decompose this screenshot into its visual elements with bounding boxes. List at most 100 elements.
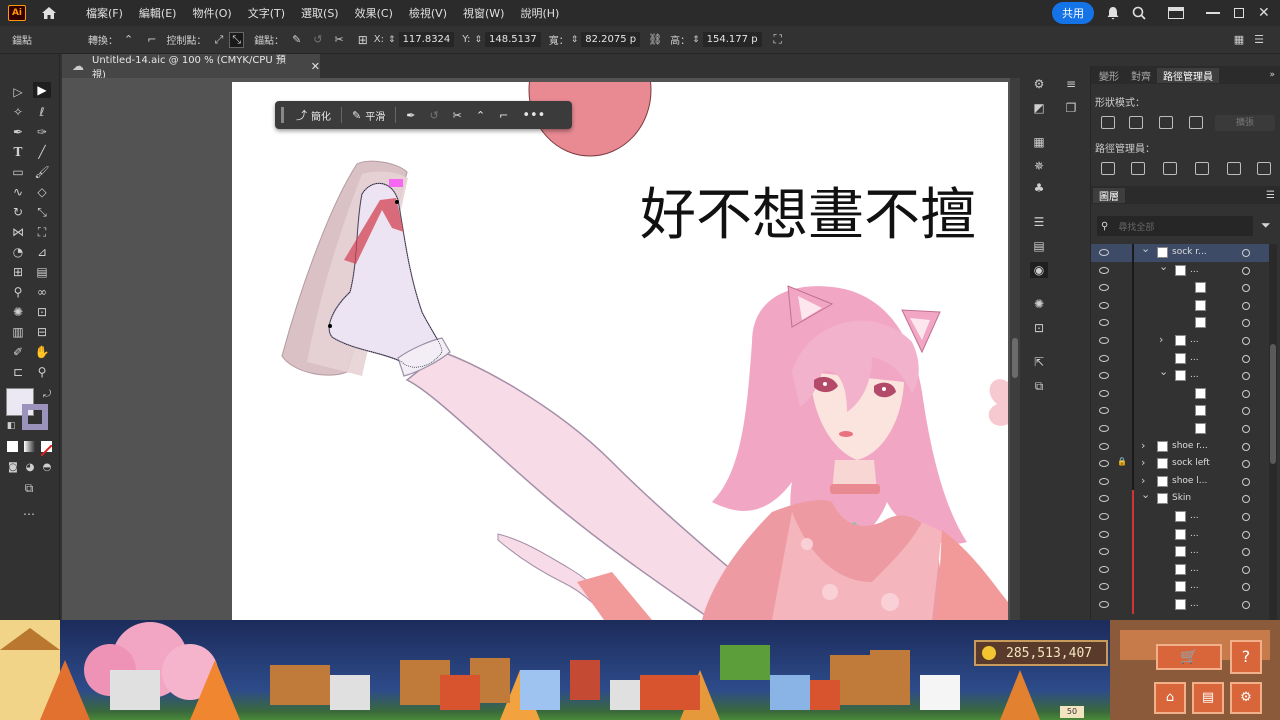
print-tiling-icon[interactable]: ⊏ — [9, 364, 27, 380]
cut-path-icon[interactable]: ✂ — [453, 109, 462, 122]
layer-row[interactable]: ... — [1091, 578, 1269, 596]
target-circle-icon[interactable] — [1242, 513, 1250, 521]
target-circle-icon[interactable] — [1242, 319, 1250, 328]
screen-mode-icon[interactable]: ⧉ — [20, 480, 38, 496]
target-circle-icon[interactable] — [1242, 601, 1250, 609]
expand-button[interactable]: 擴張 — [1215, 115, 1275, 131]
visibility-eye-icon[interactable] — [1099, 477, 1109, 485]
layer-row[interactable] — [1091, 296, 1269, 315]
show-handles-icon[interactable]: ⤢ — [214, 33, 223, 47]
target-circle-icon[interactable] — [1242, 407, 1250, 416]
trim-button[interactable] — [1131, 162, 1145, 175]
smooth-icon[interactable]: ✎ — [352, 109, 361, 122]
curvature-tool-icon[interactable]: ✑ — [33, 124, 51, 140]
align-anchors-icon[interactable]: ⊞ — [358, 33, 368, 47]
visibility-eye-icon[interactable] — [1099, 460, 1109, 468]
appearance-icon[interactable]: ▦ — [1030, 134, 1048, 150]
outline-button[interactable] — [1227, 162, 1241, 175]
target-circle-icon[interactable] — [1242, 284, 1250, 293]
remove-anchor-icon[interactable]: ✒ — [406, 109, 415, 122]
magic-wand-icon[interactable]: ✧ — [9, 104, 27, 120]
lock-icon[interactable]: 🔒 — [1117, 457, 1127, 466]
type-tool-icon[interactable]: T — [9, 144, 27, 160]
menu-file[interactable]: 檔案(F) — [78, 5, 131, 21]
h-stepper-icon[interactable]: ⇕ — [692, 35, 700, 45]
help-button[interactable]: ? — [1230, 640, 1262, 674]
target-circle-icon[interactable] — [1242, 249, 1250, 257]
slice-tool-icon[interactable]: ⊟ — [33, 324, 51, 340]
layers-scroll-thumb[interactable] — [1270, 344, 1276, 464]
layer-row[interactable]: ... — [1091, 525, 1269, 544]
artboard[interactable]: 好不想畫不擅 — [232, 82, 1008, 620]
intersect-button[interactable] — [1159, 116, 1173, 129]
layer-row[interactable]: ⌄ sock r... — [1091, 244, 1269, 262]
layer-row[interactable] — [1091, 420, 1269, 438]
layer-row[interactable]: ⌄ Skin — [1091, 488, 1269, 508]
target-circle-icon[interactable] — [1242, 389, 1250, 398]
visibility-eye-icon[interactable] — [1099, 565, 1109, 573]
chevron-down-icon[interactable]: ⌄ — [1141, 244, 1150, 255]
zoom-tool-icon[interactable]: ⚲ — [33, 364, 51, 380]
minus-back-button[interactable] — [1257, 162, 1271, 175]
corner-anchor-icon[interactable]: ⌃ — [476, 109, 485, 122]
y-input[interactable]: 148.5137 — [484, 32, 541, 47]
draw-normal-icon[interactable]: ◙ — [4, 459, 22, 475]
simplify-icon[interactable]: ⤴ — [296, 107, 307, 123]
chevron-down-icon[interactable]: ⌄ — [1159, 365, 1168, 378]
selection-tool-icon[interactable]: ▷ — [9, 84, 27, 100]
exclude-button[interactable] — [1189, 116, 1203, 129]
layer-name[interactable]: ... — [1190, 564, 1199, 574]
merge-button[interactable] — [1163, 162, 1177, 175]
unite-button[interactable] — [1101, 116, 1115, 129]
hide-handles-icon[interactable]: ⤡ — [229, 31, 245, 48]
perspective-grid-icon[interactable]: ⊿ — [33, 244, 51, 260]
visibility-eye-icon[interactable] — [1099, 337, 1109, 344]
mesh-tool-icon[interactable]: ⊞ — [9, 264, 27, 280]
menu-help[interactable]: 說明(H) — [512, 5, 567, 21]
layer-row[interactable]: ⌄... — [1091, 260, 1269, 280]
line-tool-icon[interactable]: ╱ — [33, 144, 51, 160]
arrange-docs-icon[interactable]: ▦ — [1234, 33, 1244, 46]
free-transform-icon[interactable]: ⛶ — [33, 224, 51, 240]
swap-fill-stroke-icon[interactable]: ⤾ — [38, 386, 56, 402]
headline-text[interactable]: 好不想畫不擅 — [640, 188, 976, 244]
convert-smooth-icon[interactable]: ⌐ — [147, 33, 156, 46]
panel-menu-icon[interactable]: ☰ — [1254, 33, 1264, 46]
scrollbar-thumb[interactable] — [1012, 338, 1018, 378]
crop-button[interactable] — [1195, 162, 1209, 175]
vertical-scrollbar[interactable] — [1010, 78, 1020, 620]
target-circle-icon[interactable] — [1242, 548, 1250, 557]
default-colors-icon[interactable]: ◧ — [2, 418, 20, 434]
rotate-tool-icon[interactable]: ↻ — [9, 204, 27, 220]
layers-comps-icon[interactable]: ❐ — [1062, 100, 1080, 116]
visibility-eye-icon[interactable] — [1099, 407, 1109, 415]
bell-icon[interactable] — [1106, 6, 1120, 20]
symbol-sprayer-icon[interactable]: ✺ — [9, 304, 27, 320]
eyedropper-icon[interactable]: ⚲ — [9, 284, 27, 300]
layer-row[interactable] — [1091, 279, 1269, 297]
y-stepper-icon[interactable]: ⇕ — [474, 35, 482, 45]
filter-icon[interactable]: ⏷ — [1261, 218, 1271, 233]
document-tab[interactable]: ☁ Untitled-14.aic @ 100 % (CMYK/CPU 預視) … — [62, 54, 320, 81]
layer-name[interactable]: ... — [1190, 529, 1199, 539]
visibility-eye-icon[interactable] — [1099, 495, 1109, 503]
chevron-right-icon[interactable]: › — [1159, 333, 1163, 346]
tab-layers[interactable]: 圖層 — [1093, 187, 1125, 203]
draw-behind-icon[interactable]: ◕ — [21, 459, 39, 475]
chevron-down-icon[interactable]: ⌄ — [1159, 260, 1168, 273]
visibility-eye-icon[interactable] — [1099, 548, 1109, 556]
workspace-switcher-icon[interactable] — [1168, 7, 1184, 19]
pen-tool-icon[interactable]: ✒ — [9, 124, 27, 140]
artboard-tool-icon[interactable]: ⊡ — [33, 304, 51, 320]
export-icon[interactable]: ⇱ — [1030, 354, 1048, 370]
lasso-icon[interactable]: ℓ — [33, 104, 51, 120]
libraries-icon[interactable]: ◩ — [1030, 100, 1048, 116]
layer-row[interactable] — [1091, 402, 1269, 420]
target-circle-icon[interactable] — [1242, 583, 1250, 592]
more-options-icon[interactable]: ••• — [522, 108, 545, 123]
target-circle-icon[interactable] — [1242, 337, 1250, 345]
layer-name[interactable]: ... — [1190, 546, 1199, 556]
layer-name[interactable]: shoe l... — [1172, 476, 1207, 486]
visibility-eye-icon[interactable] — [1099, 354, 1109, 362]
rectangle-tool-icon[interactable]: ▭ — [9, 164, 27, 180]
